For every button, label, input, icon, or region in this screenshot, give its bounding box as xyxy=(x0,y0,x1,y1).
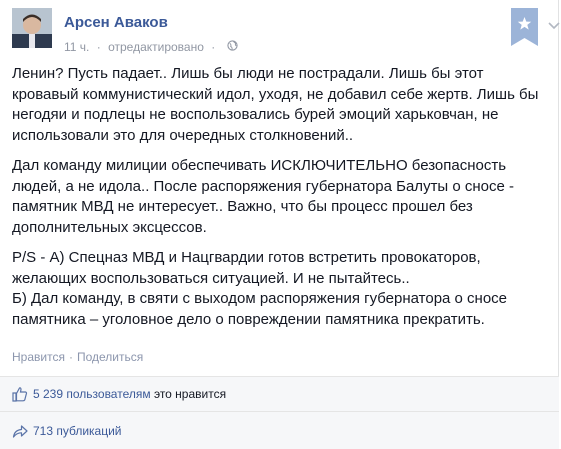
avatar[interactable] xyxy=(12,8,52,48)
post-body: Ленин? Пусть падает.. Лишь бы люди не по… xyxy=(12,64,547,340)
edited-label[interactable]: отредактировано xyxy=(108,40,204,54)
shares-link[interactable]: 713 публикаций xyxy=(33,424,122,438)
globe-icon[interactable] xyxy=(226,40,238,51)
actions-separator: · xyxy=(68,350,73,364)
likes-count-link[interactable]: 5 239 пользователям xyxy=(33,387,151,401)
divider-middle xyxy=(0,411,559,412)
divider-top xyxy=(0,376,559,377)
bookmark-star-icon[interactable] xyxy=(511,8,538,46)
post-header: Арсен Аваков 11 ч. · отредактировано · xyxy=(12,8,560,58)
meta-separator-2: · xyxy=(211,39,216,54)
likes-suffix: это нравится xyxy=(153,387,227,401)
post-paragraph-1: Ленин? Пусть падает.. Лишь бы люди не по… xyxy=(12,65,539,144)
thumbs-up-icon xyxy=(12,387,28,402)
like-link[interactable]: Нравится xyxy=(12,350,65,364)
likes-row: 5 239 пользователям это нравится xyxy=(12,386,226,402)
share-arrow-icon xyxy=(12,425,28,438)
meta-separator: · xyxy=(96,39,101,54)
post-card: Арсен Аваков 11 ч. · отредактировано · Л… xyxy=(0,0,560,449)
post-time[interactable]: 11 ч. xyxy=(64,40,89,54)
post-actions: Нравится · Поделиться xyxy=(12,350,143,364)
author-name[interactable]: Арсен Аваков xyxy=(64,14,168,31)
post-paragraph-2: Дал команду милиции обеспечивать ИСКЛЮЧИ… xyxy=(12,157,515,236)
share-link[interactable]: Поделиться xyxy=(77,350,143,364)
post-meta: 11 ч. · отредактировано · xyxy=(64,39,238,54)
post-paragraph-3: P/S - А) Спецназ МВД и Нацгвардии готов … xyxy=(12,249,508,328)
chevron-down-icon[interactable] xyxy=(548,22,560,30)
shares-row: 713 публикаций xyxy=(12,423,122,439)
